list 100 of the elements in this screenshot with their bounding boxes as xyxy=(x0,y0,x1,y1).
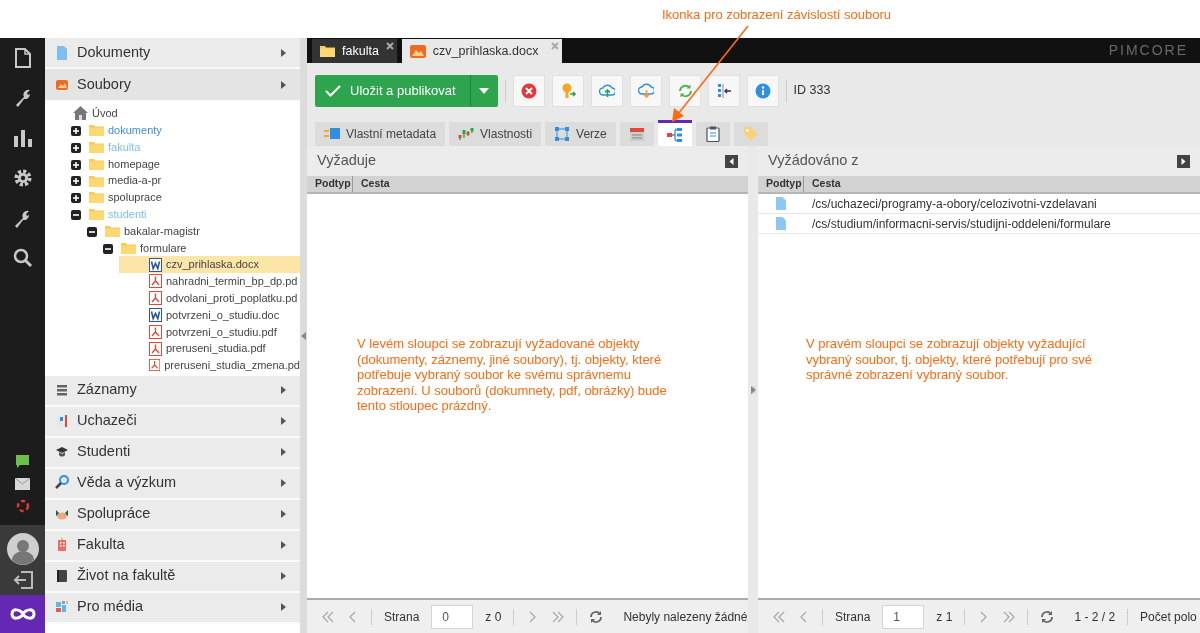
tree-label: homepage xyxy=(108,156,160,172)
avatar-icon[interactable] xyxy=(6,533,39,565)
accordion-header[interactable]: Dokumenty xyxy=(45,38,300,69)
pdf-icon xyxy=(149,358,161,373)
annotation-text: V levém sloupci se zobrazují vyžadované objekty (dokumenty, záznemy, jiné soubory), tj. objekty, které potřebuje vybraný soubor ke svému správnemu zobrazení. U souborů (dokumnety, pdf, obrázky) bude tento stloupec prázdný. xyxy=(357,336,668,414)
tree-item[interactable]: spoluprace xyxy=(71,189,300,206)
status-text: Nebyly nalezeny žádné xyxy=(623,608,748,626)
close-icon[interactable] xyxy=(385,42,394,50)
document-icon[interactable] xyxy=(14,48,31,68)
refresh-icon[interactable] xyxy=(1040,609,1055,624)
logout-icon[interactable] xyxy=(12,571,33,589)
tree-label: studenti xyxy=(108,206,147,222)
accordion-header[interactable]: Věda a výzkum xyxy=(45,468,300,500)
tree-label: Úvod xyxy=(92,106,118,122)
refresh-icon[interactable] xyxy=(589,609,604,624)
tree-item[interactable]: dokumenty xyxy=(71,121,300,139)
tree-item[interactable]: nahradni_termin_bp_dp.pd xyxy=(119,272,300,290)
tree-label: dokumenty xyxy=(108,122,162,138)
accordion-header[interactable]: Fakulta xyxy=(45,530,300,562)
accordion-header[interactable]: Spolupráce xyxy=(45,499,300,531)
expand-icon[interactable] xyxy=(71,159,81,170)
tree-item[interactable]: odvolani_proti_poplatku.pd xyxy=(119,289,300,307)
editor-tab[interactable]: fakulta xyxy=(312,39,397,63)
tree-item[interactable]: formulare xyxy=(103,239,300,257)
collapse-icon[interactable] xyxy=(87,226,97,237)
accordion-header[interactable]: Život na fakultě xyxy=(45,561,300,593)
dropdown-button[interactable] xyxy=(469,74,498,107)
refresh-button[interactable] xyxy=(668,74,701,107)
table-cell-text: /cs/studium/informacni-servis/studijni-oddeleni/formulare xyxy=(811,215,1111,233)
metadata-icon xyxy=(324,126,340,142)
collapse-icon[interactable] xyxy=(103,243,113,254)
caret-icon xyxy=(281,603,286,612)
expand-icon[interactable] xyxy=(71,126,81,137)
accordion-header[interactable]: Pro média xyxy=(45,592,300,624)
caret-icon xyxy=(281,80,286,89)
page-total: z 0 xyxy=(485,608,502,626)
list-icon xyxy=(55,382,69,399)
page-label: Strana xyxy=(384,608,420,626)
column-header[interactable]: Cesta xyxy=(353,176,390,192)
expand-icon[interactable] xyxy=(71,176,81,187)
tree-arrow-button[interactable] xyxy=(707,74,740,107)
properties-icon xyxy=(458,126,475,142)
tree-item[interactable]: preruseni_studia_zmena.pd xyxy=(119,356,300,374)
expand-icon[interactable] xyxy=(71,193,81,204)
tab[interactable] xyxy=(695,122,730,146)
search-icon[interactable] xyxy=(12,248,33,268)
tree-item[interactable]: bakalar-magistr xyxy=(87,222,300,240)
ring-icon[interactable] xyxy=(15,499,30,513)
tree-item[interactable]: homepage xyxy=(71,155,300,173)
accordion-header[interactable]: Studenti xyxy=(45,437,300,469)
accordion-header[interactable]: Soubory xyxy=(45,69,300,102)
tree-arrow-icon xyxy=(715,82,732,99)
section-label: Dokumenty xyxy=(77,42,152,62)
section-label: Uchazeči xyxy=(77,411,138,431)
info-icon xyxy=(754,82,771,99)
editor-tab[interactable]: czv_prihlaska.docx xyxy=(401,39,563,63)
page-field[interactable]: 0 xyxy=(431,604,474,629)
tree-label: formulare xyxy=(140,240,187,256)
tree-item[interactable]: potvrzeni_o_studiu.pdf xyxy=(119,323,300,341)
settings-icon[interactable] xyxy=(12,168,33,188)
infinity-logo-icon[interactable] xyxy=(8,606,37,622)
tree-label: fakulta xyxy=(108,139,141,155)
expand-icon[interactable] xyxy=(71,142,81,153)
tree-item[interactable]: potvrzeni_o_studiu.doc xyxy=(119,306,300,324)
tree-label: preruseni_studia.pdf xyxy=(166,341,266,357)
tree-label: media-a-pr xyxy=(108,173,162,189)
page-label: Strana xyxy=(835,608,871,626)
caret-icon xyxy=(479,87,489,94)
folder-icon xyxy=(105,224,120,237)
column-header[interactable]: Podtyp xyxy=(758,176,804,192)
document-icon xyxy=(776,217,786,230)
tab[interactable]: Vlastní metadata xyxy=(315,122,446,146)
caret-icon xyxy=(281,510,286,519)
accordion-header[interactable]: Záznamy xyxy=(45,375,300,407)
tree-label: potvrzeni_o_studiu.pdf xyxy=(166,324,277,340)
column-header[interactable]: Cesta xyxy=(804,176,841,192)
delete-button[interactable] xyxy=(512,74,545,107)
accordion-header[interactable]: Uchazeči xyxy=(45,406,300,438)
upload-button[interactable] xyxy=(590,74,623,107)
download-button[interactable] xyxy=(629,74,662,107)
bar-chart-icon[interactable] xyxy=(12,128,33,148)
tree-item[interactable]: preruseni_studia.pdf xyxy=(119,340,300,357)
page-field[interactable]: 1 xyxy=(882,604,925,629)
column-header[interactable]: Podtyp xyxy=(307,176,353,192)
tree-item[interactable]: Úvod xyxy=(55,105,300,122)
tab[interactable]: Verze xyxy=(545,122,616,146)
tree-item[interactable]: media-a-pr xyxy=(71,172,300,189)
collapse-right-icon[interactable] xyxy=(1177,154,1190,168)
tree-item[interactable]: czv_prihlaska.docx xyxy=(119,256,300,273)
tree-label: nahradni_termin_bp_dp.pd xyxy=(166,274,298,290)
folder-icon xyxy=(320,45,335,57)
tab[interactable]: Vlastnosti xyxy=(449,122,542,146)
chat-icon[interactable] xyxy=(15,454,30,469)
info-button[interactable] xyxy=(746,74,779,107)
collapse-icon[interactable] xyxy=(71,210,81,220)
collapse-left-icon[interactable] xyxy=(725,154,738,168)
tab[interactable] xyxy=(657,120,692,146)
folder-icon xyxy=(89,124,104,137)
panel-title: Vyžaduje xyxy=(317,151,378,171)
tag-icon xyxy=(742,126,759,142)
